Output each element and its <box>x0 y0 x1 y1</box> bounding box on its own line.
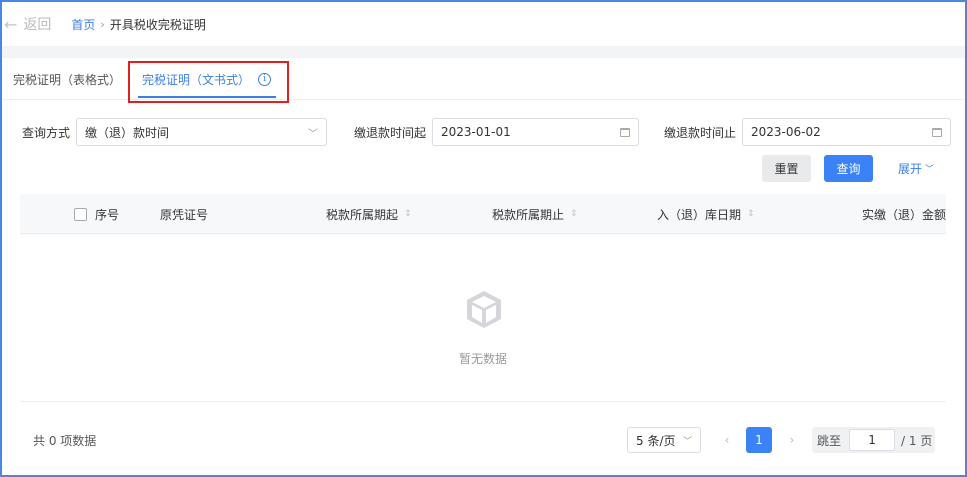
column-original-voucher: 原凭证号 <box>160 194 208 234</box>
jump-label: 跳至 <box>817 433 842 448</box>
column-label: 税款所属期止 <box>492 207 565 222</box>
filter-start-date: 缴退款时间起 2023-01-01 <box>354 118 640 146</box>
tab-label: 完税证明（表格式） <box>13 72 122 87</box>
section-gap <box>2 46 965 58</box>
chevron-down-icon: ﹀ <box>925 165 935 175</box>
column-index: 序号 <box>74 194 119 234</box>
query-button[interactable]: 查询 <box>824 155 873 182</box>
column-storage-date[interactable]: 入（退）库日期 ⇕ <box>657 194 755 234</box>
select-all-checkbox[interactable] <box>74 207 87 221</box>
query-method-value: 缴（退）款时间 <box>85 125 170 140</box>
column-label: 实缴（退）金额 <box>862 207 947 222</box>
query-method-select[interactable]: 缴（退）款时间 ﹀ <box>76 118 328 146</box>
breadcrumb: 首页 › 开具税收完税证明 <box>71 16 205 33</box>
end-date-label: 缴退款时间止 <box>664 125 737 140</box>
empty-text: 暂无数据 <box>458 352 507 366</box>
end-date-input[interactable]: 2023-06-02 <box>742 118 952 146</box>
top-bar: ← 返回 首页 › 开具税收完税证明 <box>2 2 965 46</box>
page-total: / 1 页 <box>901 433 933 448</box>
back-label: 返回 <box>23 17 52 33</box>
table-header: 序号 原凭证号 税款所属期起 ⇕ 税款所属期止 ⇕ 入（退）库日期 ⇕ 实缴（退… <box>20 194 946 234</box>
annotation-highlight-box <box>128 61 289 103</box>
calendar-icon <box>932 127 943 137</box>
breadcrumb-current: 开具税收完税证明 <box>109 17 206 32</box>
page-size-value: 5 条/页 <box>636 433 676 448</box>
calendar-icon <box>620 127 631 137</box>
jump-page-input[interactable]: 1 <box>849 429 896 451</box>
chevron-left-icon: ‹ <box>724 433 730 447</box>
jump-to-page: 跳至 1 / 1 页 <box>812 427 935 453</box>
column-label: 入（退）库日期 <box>657 207 742 222</box>
end-date-value: 2023-06-02 <box>751 125 821 139</box>
filter-query-method: 查询方式 缴（退）款时间 ﹀ <box>22 118 328 146</box>
column-amount: 实缴（退）金额 <box>862 194 946 234</box>
sort-icon[interactable]: ⇕ <box>404 209 412 219</box>
start-date-label: 缴退款时间起 <box>354 125 427 140</box>
column-period-end[interactable]: 税款所属期止 ⇕ <box>492 194 578 234</box>
prev-page-button[interactable]: ‹ <box>719 427 735 453</box>
expand-button[interactable]: 展开 ﹀ <box>898 155 934 182</box>
start-date-value: 2023-01-01 <box>441 125 511 139</box>
query-method-label: 查询方式 <box>22 125 71 140</box>
breadcrumb-separator-icon: › <box>100 17 105 31</box>
expand-label: 展开 <box>898 162 923 176</box>
filter-end-date: 缴退款时间止 2023-06-02 <box>664 118 952 146</box>
chevron-down-icon: ﹀ <box>308 128 319 140</box>
total-count: 共 0 项数据 <box>33 434 97 448</box>
arrow-left-icon: ← <box>4 14 18 34</box>
chevron-right-icon: › <box>789 433 795 447</box>
start-date-input[interactable]: 2023-01-01 <box>432 118 640 146</box>
empty-box-icon <box>467 291 501 328</box>
page-size-select[interactable]: 5 条/页 ﹀ <box>627 427 701 453</box>
sort-icon[interactable]: ⇕ <box>570 209 578 219</box>
tab-table-format[interactable]: 完税证明（表格式） <box>13 58 121 100</box>
reset-button[interactable]: 重置 <box>762 155 811 182</box>
column-period-start[interactable]: 税款所属期起 ⇕ <box>326 194 412 234</box>
breadcrumb-home-link[interactable]: 首页 <box>71 16 95 33</box>
back-button[interactable]: ← 返回 <box>2 14 51 34</box>
column-label: 原凭证号 <box>160 207 209 222</box>
column-label: 税款所属期起 <box>326 207 399 222</box>
sort-icon[interactable]: ⇕ <box>747 209 755 219</box>
column-label: 序号 <box>95 207 120 222</box>
next-page-button[interactable]: › <box>784 427 800 453</box>
table-empty-state: 暂无数据 <box>20 234 946 402</box>
page-number-button[interactable]: 1 <box>746 427 772 453</box>
chevron-down-icon: ﹀ <box>682 436 692 447</box>
